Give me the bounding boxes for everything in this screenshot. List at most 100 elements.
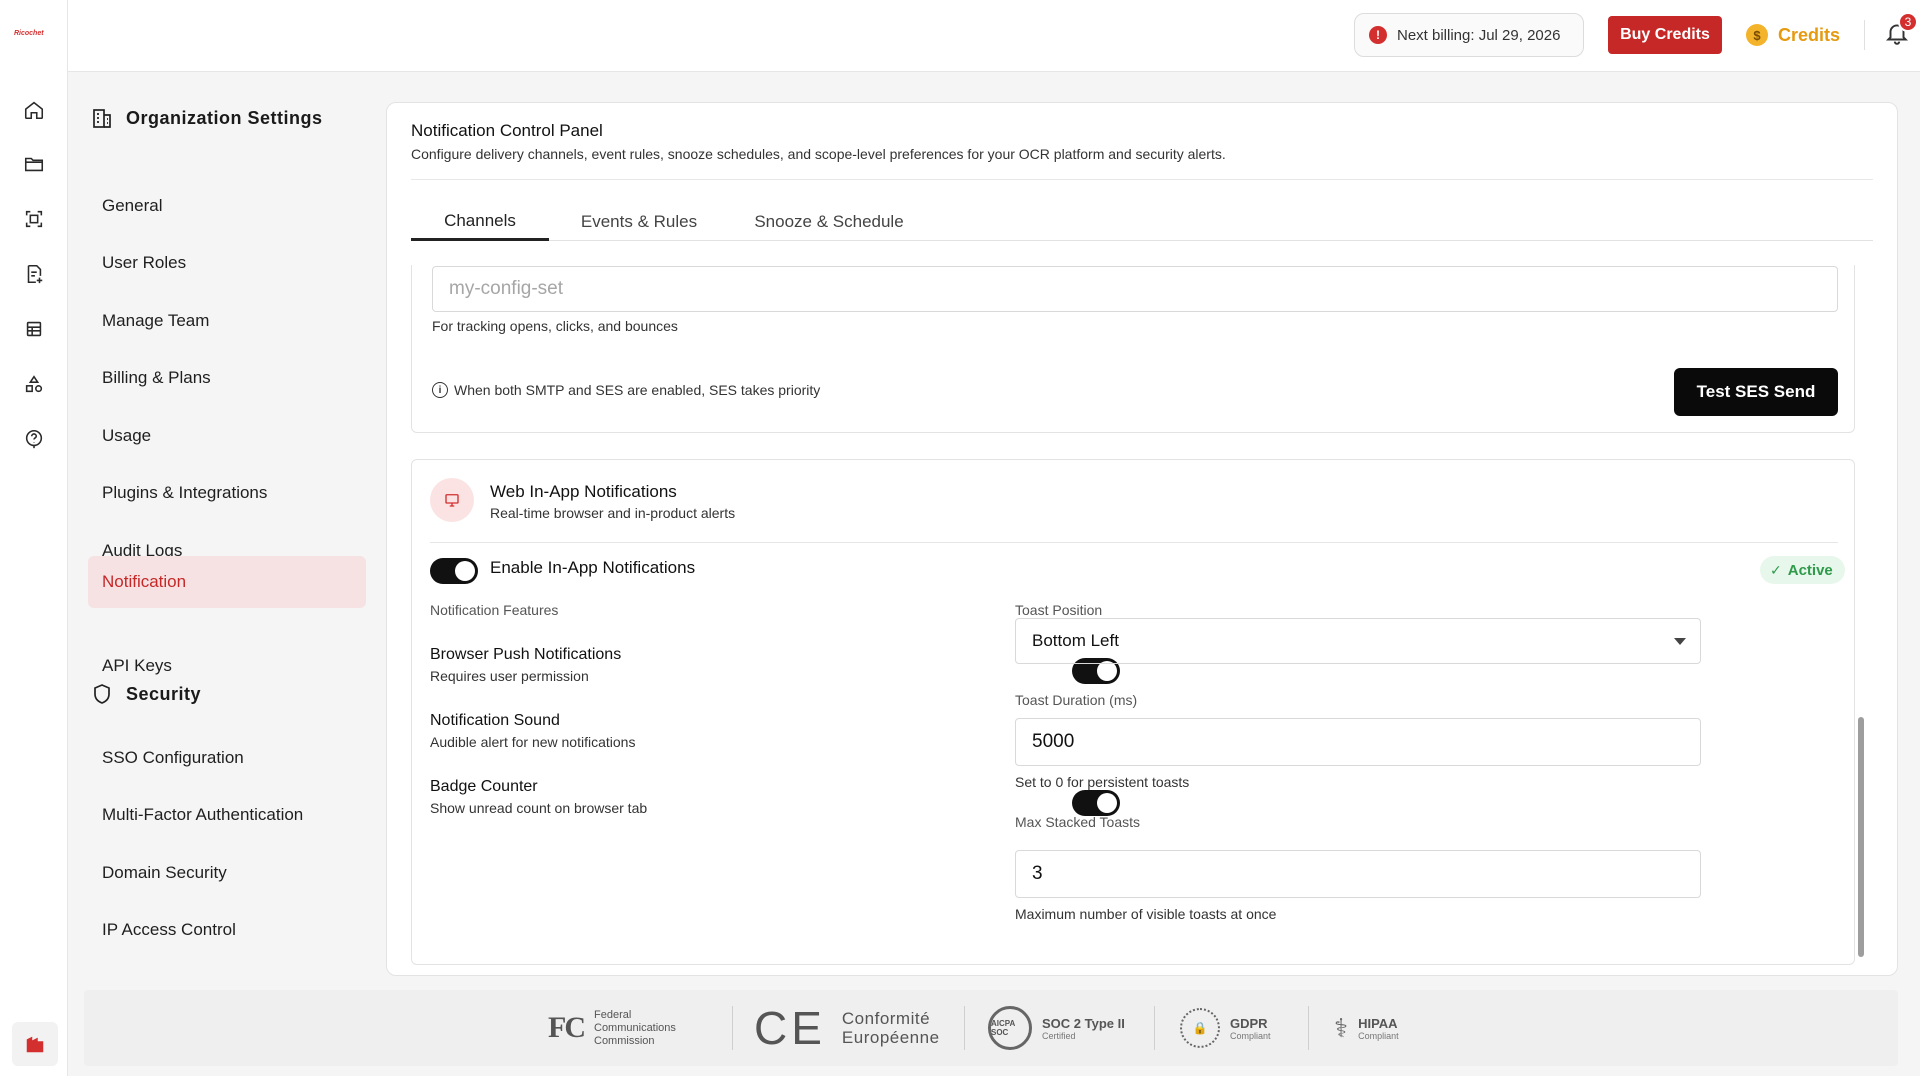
enable-in-app-toggle[interactable] [430, 558, 478, 584]
coin-icon: $ [1746, 24, 1768, 46]
gdpr-stars-lock-icon: 🔒 [1180, 1008, 1220, 1048]
status-badge: ✓ Active [1760, 556, 1845, 584]
credits-label: Credits [1778, 24, 1841, 45]
sidebar-item-notification[interactable]: Notification [88, 556, 366, 608]
feature-desc: Audible alert for new notifications [430, 734, 636, 750]
sidebar-item-billing-plans[interactable]: Billing & Plans [88, 352, 366, 404]
ses-channel-card: For tracking opens, clicks, and bounces … [411, 265, 1855, 433]
channels-scroll-area[interactable]: For tracking opens, clicks, and bounces … [411, 265, 1873, 965]
channels-scrollbar[interactable] [1857, 265, 1865, 965]
monitor-icon [430, 478, 474, 522]
top-bar: ! Next billing: Jul 29, 2026 Buy Credits… [68, 0, 1920, 72]
folder-icon[interactable] [20, 150, 48, 178]
toast-position-select[interactable]: Bottom Left [1015, 618, 1701, 664]
caduceus-icon: ⚕ [1334, 1012, 1349, 1043]
sidebar-item-domain-security[interactable]: Domain Security [88, 847, 366, 899]
compliance-footer: FC Federal Communications Commission CE … [84, 990, 1898, 1066]
soc2-certification: AICPA SOC SOC 2 Type II Certified [988, 990, 1125, 1066]
panel-subtitle: Configure delivery channels, event rules… [411, 146, 1226, 162]
security-heading: Security [126, 684, 202, 704]
help-circle-icon[interactable] [20, 425, 48, 453]
next-billing-text: Next billing: Jul 29, 2026 [1397, 26, 1561, 44]
hipaa-title: HIPAA [1358, 1015, 1398, 1031]
priority-note: i When both SMTP and SES are enabled, SE… [432, 382, 820, 398]
max-stacked-input[interactable] [1015, 850, 1701, 898]
ce-line: Conformité [841, 1009, 931, 1028]
panel-divider [411, 179, 1873, 180]
feature-badge-counter: Badge Counter Show unread count on brows… [430, 778, 647, 816]
next-billing-pill[interactable]: ! Next billing: Jul 29, 2026 [1354, 13, 1584, 57]
scan-icon[interactable] [20, 205, 48, 233]
scrollbar-thumb[interactable] [1858, 717, 1864, 957]
gdpr-title: GDPR [1230, 1015, 1268, 1031]
ce-certification: CE Conformité Européenne [754, 990, 940, 1066]
sidebar-item-general[interactable]: General [88, 180, 366, 232]
feature-title: Browser Push Notifications [430, 646, 622, 663]
fcc-logo: FC [548, 1011, 586, 1044]
caret-down-icon [1674, 638, 1686, 645]
hipaa-certification: ⚕ HIPAA Compliant [1334, 990, 1399, 1066]
sidebar-item-user-roles[interactable]: User Roles [88, 237, 366, 289]
in-app-channel-card: Web In-App Notifications Real-time brows… [411, 459, 1855, 965]
ses-config-set-input[interactable] [432, 266, 1838, 312]
sidebar-item-plugins-integrations[interactable]: Plugins & Integrations [88, 467, 366, 519]
feature-title: Badge Counter [430, 778, 538, 795]
toast-duration-label: Toast Duration (ms) [1015, 692, 1138, 708]
organization-button[interactable] [12, 1022, 58, 1066]
in-app-divider [430, 542, 1838, 543]
fcc-line: Communications [594, 1021, 676, 1034]
sidebar-item-manage-team[interactable]: Manage Team [88, 295, 366, 347]
settings-sidebar: Organization Settings General User Roles… [68, 72, 378, 982]
tab-channels[interactable]: Channels [411, 203, 549, 241]
in-app-subtitle: Real-time browser and in-product alerts [490, 505, 736, 521]
sidebar-item-ip-access-control[interactable]: IP Access Control [88, 904, 366, 956]
check-icon: ✓ [1770, 561, 1782, 578]
panel-tabs: Channels Events & Rules Snooze & Schedul… [411, 203, 1873, 241]
soc2-title: SOC 2 Type II [1042, 1015, 1125, 1031]
topbar-divider [1864, 20, 1865, 50]
tab-snooze-schedule[interactable]: Snooze & Schedule [729, 203, 929, 241]
footer-divider [964, 1006, 965, 1050]
notification-count-badge: 3 [1898, 12, 1918, 32]
config-set-hint: For tracking opens, clicks, and bounces [432, 318, 678, 334]
footer-divider [1308, 1006, 1309, 1050]
notifications-button[interactable]: 3 [1884, 12, 1918, 48]
shield-icon [90, 682, 116, 708]
notification-control-panel: Notification Control Panel Configure del… [386, 102, 1898, 976]
fcc-certification: FC Federal Communications Commission [548, 990, 676, 1066]
shapes-icon[interactable] [20, 370, 48, 398]
document-add-icon[interactable] [20, 260, 48, 288]
tab-events-rules[interactable]: Events & Rules [549, 203, 729, 241]
building-icon [26, 1036, 44, 1053]
gdpr-sub: Compliant [1230, 1030, 1271, 1041]
badge-counter-toggle[interactable] [1072, 790, 1120, 816]
panel-title: Notification Control Panel [411, 121, 603, 140]
sidebar-item-usage[interactable]: Usage [88, 410, 366, 462]
building-icon [90, 106, 116, 132]
aicpa-soc-logo: AICPA SOC [988, 1006, 1032, 1050]
alert-icon: ! [1369, 26, 1387, 44]
enable-in-app-label: Enable In-App Notifications [490, 558, 696, 577]
test-ses-send-button[interactable]: Test SES Send [1674, 368, 1838, 416]
priority-note-text: When both SMTP and SES are enabled, SES … [454, 382, 821, 398]
footer-divider [732, 1006, 733, 1050]
credits-link[interactable]: $ Credits [1746, 22, 1840, 48]
toast-position-label: Toast Position [1015, 602, 1103, 618]
home-icon[interactable] [20, 96, 48, 124]
fcc-line: Commission [594, 1034, 655, 1047]
table-icon[interactable] [20, 315, 48, 343]
toast-position-value: Bottom Left [1032, 631, 1119, 650]
buy-credits-button[interactable]: Buy Credits [1608, 16, 1722, 54]
feature-desc: Show unread count on browser tab [430, 800, 648, 816]
sidebar-item-sso-configuration[interactable]: SSO Configuration [88, 732, 366, 784]
feature-notification-sound: Notification Sound Audible alert for new… [430, 712, 635, 750]
features-heading: Notification Features [430, 602, 559, 618]
sidebar-item-multi-factor-authentication[interactable]: Multi-Factor Authentication [88, 789, 366, 841]
brand-logo[interactable]: Ricochet [14, 30, 54, 40]
status-badge-text: Active [1787, 561, 1833, 579]
max-stacked-hint: Maximum number of visible toasts at once [1015, 906, 1277, 922]
in-app-title: Web In-App Notifications [490, 482, 677, 501]
max-stacked-label: Max Stacked Toasts [1015, 814, 1141, 830]
left-rail: Ricochet [0, 0, 68, 1076]
toast-duration-input[interactable] [1015, 718, 1701, 766]
